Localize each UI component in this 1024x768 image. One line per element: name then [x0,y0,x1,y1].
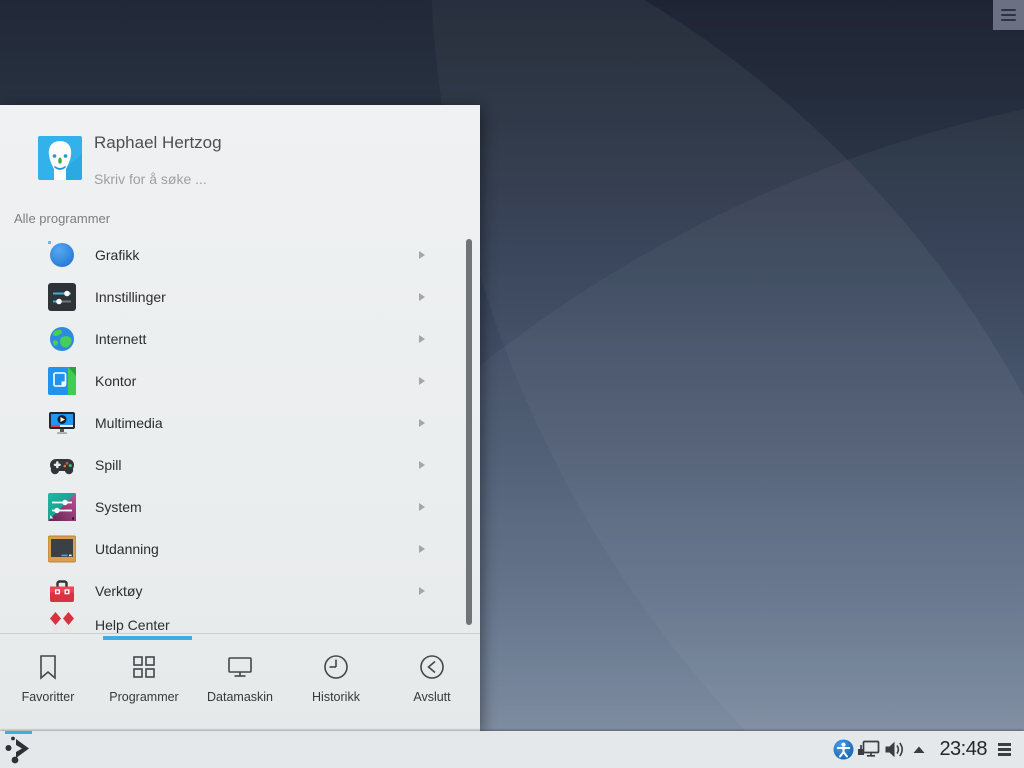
category-row-help-center[interactable]: Help Center [0,604,480,633]
blackboard-icon [48,535,76,563]
wallpaper-arc [430,0,1024,768]
desktop-toolbox-button[interactable] [993,0,1024,30]
submenu-arrow-icon [419,251,425,259]
system-tray: 23:48 [831,731,1011,768]
user-name: Raphael Hertzog [94,133,222,153]
category-label: Multimedia [95,415,163,431]
category-row-innstillinger[interactable]: Innstillinger [0,276,480,318]
category-label: Kontor [95,373,136,389]
submenu-arrow-icon [419,419,425,427]
submenu-arrow-icon [419,293,425,301]
tab-label: Avslutt [413,690,450,704]
submenu-arrow-icon [419,461,425,469]
toolbox-icon [48,577,76,605]
computer-icon [223,650,257,684]
category-row-multimedia[interactable]: Multimedia [0,402,480,444]
volume-icon[interactable] [881,740,908,759]
category-label: Utdanning [95,541,159,557]
category-row-grafikk[interactable]: Grafikk [0,234,480,276]
active-tab-indicator [103,636,192,640]
tab-label: Favoritter [22,690,75,704]
category-row-system[interactable]: System [0,486,480,528]
tabbar-divider [0,633,480,634]
tab-favoritter[interactable]: Favoritter [0,641,96,731]
user-face-icon [38,136,82,180]
bookmark-icon [31,650,65,684]
category-row-kontor[interactable]: Kontor [0,360,480,402]
graphics-sphere-icon [48,241,76,269]
tab-avslutt[interactable]: Avslutt [384,641,480,731]
tab-historikk[interactable]: Historikk [288,641,384,731]
panel-hamburger-icon[interactable] [998,743,1011,755]
category-list: Grafikk Innstillinger [0,234,480,633]
application-launcher-menu: Raphael Hertzog Skriv for å søke ... All… [0,105,480,731]
hamburger-icon [1001,9,1016,12]
desktop: Raphael Hertzog Skriv for å søke ... All… [0,0,1024,768]
submenu-arrow-icon [419,335,425,343]
category-label: Grafikk [95,247,139,263]
leave-icon [415,650,449,684]
category-label: Spill [95,457,121,473]
accessibility-icon[interactable] [831,739,855,760]
category-row-internett[interactable]: Internett [0,318,480,360]
section-label: Alle programmer [14,211,110,226]
multimedia-monitor-icon [48,409,76,437]
system-sliders-icon [48,493,76,521]
tabbar: Favoritter Programmer Datamaskin [0,641,480,731]
expand-caret-icon[interactable] [908,746,930,754]
digital-clock[interactable]: 23:48 [939,738,987,761]
category-row-spill[interactable]: Spill [0,444,480,486]
submenu-arrow-icon [419,503,425,511]
application-launcher-button[interactable] [2,731,40,768]
submenu-arrow-icon [419,587,425,595]
tab-label: Historikk [312,690,360,704]
globe-icon [48,325,76,353]
category-row-utdanning[interactable]: Utdanning [0,528,480,570]
category-label: Internett [95,331,146,347]
submenu-arrow-icon [419,545,425,553]
taskbar-panel: 23:48 [0,731,1024,768]
category-label: System [95,499,142,515]
submenu-arrow-icon [419,377,425,385]
hamburger-icon [1001,14,1016,17]
category-label: Innstillinger [95,289,166,305]
category-label: Verktøy [95,583,142,599]
gamepad-icon [48,451,76,479]
scrollbar[interactable] [466,239,472,625]
launcher-icon [2,731,36,765]
app-grid-icon [127,650,161,684]
office-document-icon [48,367,76,395]
settings-sliders-icon [48,283,76,311]
avatar[interactable] [38,136,82,180]
network-icon[interactable] [855,740,881,759]
help-hands-icon [48,611,76,633]
hamburger-icon [1001,19,1016,22]
clock-icon [319,650,353,684]
category-label: Help Center [95,617,170,633]
tab-datamaskin[interactable]: Datamaskin [192,641,288,731]
tab-label: Datamaskin [207,690,273,704]
tab-label: Programmer [109,690,178,704]
tab-programmer[interactable]: Programmer [96,641,192,731]
search-input[interactable]: Skriv for å søke ... [94,171,207,187]
